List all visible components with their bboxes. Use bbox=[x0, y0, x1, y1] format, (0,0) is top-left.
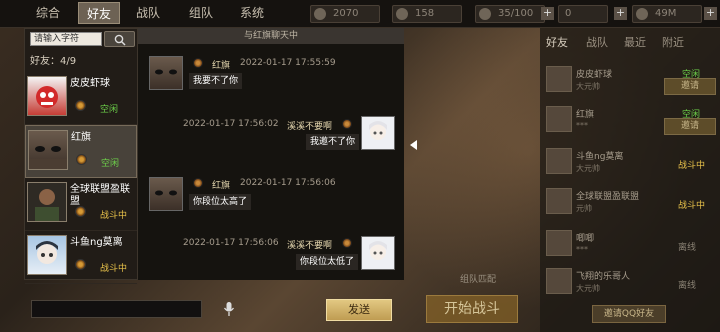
rank-icon bbox=[75, 206, 86, 217]
rank-icon bbox=[193, 178, 203, 188]
chat-input[interactable] bbox=[31, 300, 202, 318]
rank-icon bbox=[75, 259, 86, 270]
sender-avatar bbox=[149, 56, 183, 90]
resource-coins: 2070 bbox=[310, 5, 380, 23]
rank-icon bbox=[75, 100, 86, 111]
lobby-friend-row[interactable]: 皮皮虾球 大元帅 邀请 空闲 bbox=[540, 64, 720, 100]
collapse-chat-arrow-icon[interactable] bbox=[410, 140, 417, 150]
resource-gems: 158 bbox=[392, 5, 462, 23]
tab-friends[interactable]: 好友 bbox=[78, 2, 120, 24]
avatar bbox=[27, 182, 67, 222]
team-match-label: 组队匹配 bbox=[460, 275, 497, 285]
self-avatar bbox=[361, 236, 395, 270]
resource-money: 49M bbox=[632, 5, 702, 23]
friend-item[interactable]: 斗鱼ng莫离 战斗中 bbox=[25, 231, 137, 284]
tab-squad[interactable]: 组队 bbox=[180, 2, 222, 24]
friend-item-selected[interactable]: 红旗 空闲 bbox=[25, 125, 137, 178]
avatar bbox=[546, 268, 572, 294]
friend-item[interactable]: 皮皮虾球 空闲 bbox=[25, 72, 137, 125]
message-sender: 红旗 bbox=[212, 61, 231, 71]
add-currency-button[interactable]: + bbox=[614, 7, 627, 20]
microphone-icon[interactable] bbox=[223, 301, 235, 321]
lobby-friend-row[interactable]: 飞翔的乐哥人 大元帅 离线 bbox=[540, 266, 720, 302]
message-text: 你段位太高了 bbox=[189, 194, 252, 210]
add-energy-button[interactable]: + bbox=[541, 7, 554, 20]
message-text: 你段位太低了 bbox=[296, 254, 359, 270]
self-avatar bbox=[361, 116, 395, 150]
avatar bbox=[27, 76, 67, 116]
lobby-friend-row[interactable]: 斗鱼ng莫离 大元帅 战斗中 bbox=[540, 146, 720, 182]
avatar bbox=[27, 235, 67, 275]
coin-icon bbox=[314, 8, 326, 20]
sender-avatar bbox=[149, 177, 183, 211]
lobby-tab-recent[interactable]: 最近 bbox=[624, 34, 646, 50]
resource-energy: 35/100 bbox=[475, 5, 545, 23]
lobby-friend-row[interactable]: 唧唧 *** 离线 bbox=[540, 228, 720, 264]
friend-count: 好友：4/9 bbox=[30, 56, 77, 67]
chat-header: 与红旗聊天中 bbox=[138, 28, 404, 44]
avatar bbox=[546, 148, 572, 174]
rank-icon bbox=[193, 58, 203, 68]
tab-system[interactable]: 系统 bbox=[232, 2, 272, 24]
lobby-friend-row[interactable]: 全球联盟盈联盟 元帅 战斗中 bbox=[540, 186, 720, 222]
avatar bbox=[546, 188, 572, 214]
message-sender: 溪溪不要啊 bbox=[287, 122, 333, 132]
rank-icon bbox=[76, 154, 87, 165]
tab-general[interactable]: 综合 bbox=[28, 2, 68, 24]
message-time: 2022-01-17 17:56:02 bbox=[183, 119, 279, 129]
lobby-tab-team[interactable]: 战队 bbox=[586, 34, 608, 50]
avatar bbox=[28, 130, 68, 170]
energy-icon bbox=[479, 8, 491, 20]
tab-team[interactable]: 战队 bbox=[128, 2, 168, 24]
search-button[interactable] bbox=[104, 31, 135, 47]
invite-button[interactable]: 邀请 bbox=[664, 118, 716, 135]
lobby-friend-row[interactable]: 红旗 *** 邀请 空闲 bbox=[540, 104, 720, 140]
avatar bbox=[546, 106, 572, 132]
invite-qq-friends-button[interactable]: 邀请QQ好友 bbox=[592, 305, 666, 323]
invite-button[interactable]: 邀请 bbox=[664, 78, 716, 95]
message-time: 2022-01-17 17:56:06 bbox=[240, 178, 336, 188]
send-button[interactable]: 发送 bbox=[326, 299, 392, 321]
top-tab-bar: 综合 好友 战队 组队 系统 2070 158 35/100 + 0 + 49M… bbox=[0, 0, 720, 28]
add-money-button[interactable]: + bbox=[704, 7, 717, 20]
gem-icon bbox=[396, 8, 408, 20]
friend-item[interactable]: 全球联盟盈联盟 战斗中 bbox=[25, 178, 137, 231]
message-text: 我邀不了你 bbox=[306, 134, 360, 150]
money-icon bbox=[636, 8, 648, 20]
message-time: 2022-01-17 17:56:06 bbox=[183, 238, 279, 248]
avatar bbox=[546, 66, 572, 92]
message-time: 2022-01-17 17:55:59 bbox=[240, 58, 336, 68]
rank-icon bbox=[342, 238, 352, 248]
rank-icon bbox=[342, 119, 352, 129]
lobby-tab-friends[interactable]: 好友 bbox=[546, 34, 568, 50]
avatar bbox=[546, 230, 572, 256]
message-sender: 溪溪不要啊 bbox=[287, 241, 333, 251]
search-input[interactable]: 请输入字符 bbox=[30, 32, 102, 46]
start-battle-button[interactable]: 开始战斗 bbox=[426, 295, 518, 323]
message-text: 我要不了你 bbox=[189, 73, 243, 89]
resource-medal: 0 bbox=[558, 5, 608, 23]
search-icon bbox=[114, 34, 126, 46]
lobby-tab-nearby[interactable]: 附近 bbox=[662, 34, 684, 50]
message-sender: 红旗 bbox=[212, 181, 231, 191]
